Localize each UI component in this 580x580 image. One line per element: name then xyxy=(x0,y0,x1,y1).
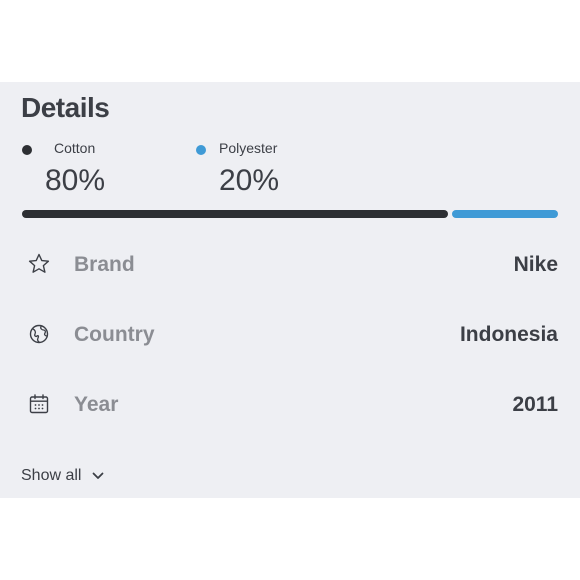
attribute-row-country: Country Indonesia xyxy=(0,314,580,354)
legend-percent: 80% xyxy=(45,164,106,197)
composition-bar-polyester xyxy=(451,210,558,218)
globe-icon xyxy=(27,322,51,346)
attribute-value: 2011 xyxy=(512,393,558,416)
details-panel: Details Cotton 80% Polyester 20% Brand N… xyxy=(0,82,580,498)
legend-percent: 20% xyxy=(219,164,280,197)
show-all-button[interactable]: Show all xyxy=(21,467,104,485)
attribute-label: Brand xyxy=(74,253,135,276)
section-title: Details xyxy=(21,92,110,123)
composition-bar-cotton xyxy=(22,210,448,218)
show-all-label: Show all xyxy=(21,467,82,485)
attribute-label: Country xyxy=(74,323,155,346)
attribute-row-year: Year 2011 xyxy=(0,384,580,424)
calendar-icon xyxy=(27,392,51,416)
star-icon xyxy=(27,252,51,276)
legend-label: Cotton xyxy=(54,140,96,156)
attribute-row-brand: Brand Nike xyxy=(0,244,580,284)
polyester-dot xyxy=(196,145,206,155)
attribute-label: Year xyxy=(74,393,119,416)
cotton-dot xyxy=(22,145,32,155)
chevron-down-icon xyxy=(92,467,104,485)
attribute-value: Nike xyxy=(513,253,558,276)
legend-label: Polyester xyxy=(219,140,278,156)
attribute-value: Indonesia xyxy=(459,323,558,346)
